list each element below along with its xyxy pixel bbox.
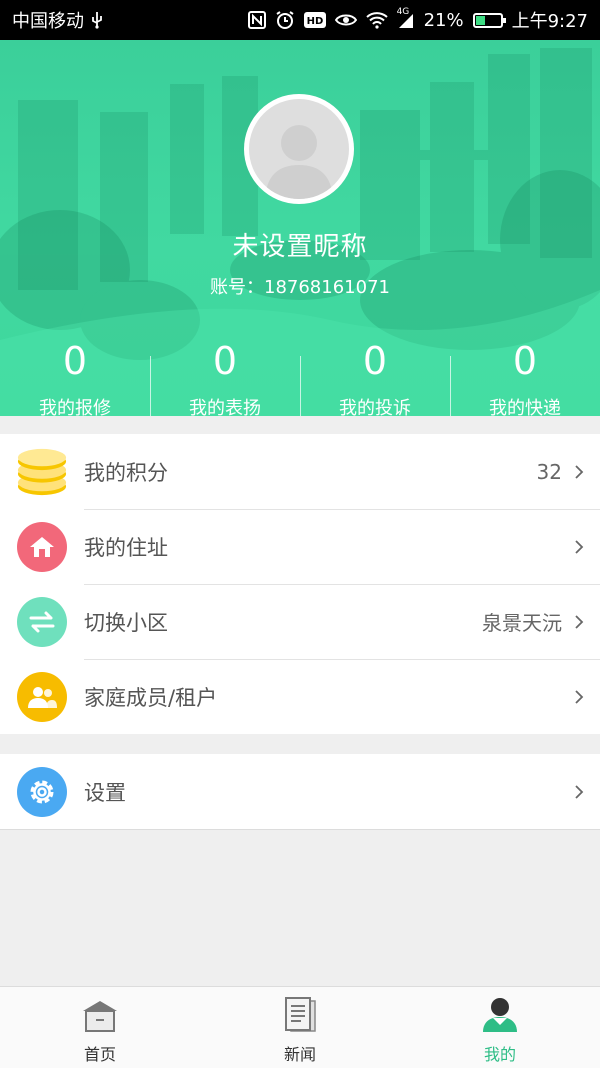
battery-percent: 21%	[423, 9, 464, 31]
chevron-right-icon	[574, 784, 584, 800]
tab-label: 我的	[483, 1045, 516, 1064]
stats-bar: 0 我的报修 0 我的表扬 0 我的投诉 0 我的快递	[0, 336, 600, 416]
eye-icon	[334, 12, 357, 28]
profile-header: 未设置昵称 账号：18768161071 0 我的报修 0 我的表扬 0 我的投…	[0, 40, 600, 416]
stat-praise[interactable]: 0 我的表扬	[150, 336, 300, 416]
usb-icon	[90, 11, 104, 29]
stat-value: 0	[62, 339, 88, 383]
menu-group: 我的积分 32 我的住址 切换小区 泉景天沅 家庭成员/租户	[0, 434, 600, 734]
status-bar: 中国移动 HD 4G 21% 上午9:27	[0, 0, 600, 40]
community-name: 泉景天沅	[482, 611, 562, 635]
house-icon	[81, 997, 119, 1033]
svg-text:HD: HD	[306, 16, 323, 27]
menu-item-label: 我的住址	[84, 535, 168, 560]
stat-deliveries[interactable]: 0 我的快递	[450, 336, 600, 416]
menu-item-address[interactable]: 我的住址	[0, 509, 600, 584]
stat-repairs[interactable]: 0 我的报修	[0, 336, 150, 416]
menu-item-label: 我的积分	[84, 460, 168, 485]
menu-item-label: 设置	[84, 780, 126, 805]
news-icon	[283, 997, 317, 1033]
chevron-right-icon	[574, 464, 584, 480]
nickname[interactable]: 未设置昵称	[0, 226, 600, 263]
menu-item-settings[interactable]: 设置	[0, 754, 600, 829]
carrier-label: 中国移动	[12, 11, 84, 32]
stat-value: 0	[512, 339, 538, 383]
settings-group: 设置	[0, 754, 600, 830]
tab-home[interactable]: 首页	[0, 987, 200, 1068]
menu-item-label: 家庭成员/租户	[84, 685, 218, 710]
coins-icon	[17, 447, 67, 497]
stat-label: 我的快递	[489, 398, 561, 416]
wifi-icon	[365, 11, 388, 29]
tab-label: 新闻	[283, 1045, 316, 1064]
signal-icon: 4G	[397, 7, 415, 29]
clock: 上午9:27	[511, 11, 588, 32]
network-type: 4G	[396, 7, 410, 17]
menu-item-label: 切换小区	[84, 610, 168, 635]
stat-label: 我的投诉	[339, 398, 411, 416]
chevron-right-icon	[574, 689, 584, 705]
account-number: 账号：18768161071	[210, 277, 390, 298]
points-value: 32	[536, 459, 562, 484]
menu-item-family-members[interactable]: 家庭成员/租户	[0, 659, 600, 734]
family-icon	[17, 671, 67, 722]
stat-value: 0	[212, 339, 238, 383]
chevron-right-icon	[574, 614, 584, 630]
person-icon	[481, 997, 519, 1033]
tab-mine[interactable]: 我的	[400, 987, 600, 1068]
menu-item-points[interactable]: 我的积分 32	[0, 434, 600, 509]
tab-label: 首页	[83, 1045, 116, 1064]
battery-level	[475, 15, 485, 25]
bottom-tab-bar: 首页 新闻 我的	[0, 986, 600, 1068]
switch-icon	[17, 596, 67, 647]
stat-value: 0	[362, 339, 388, 383]
alarm-icon	[275, 10, 295, 30]
stat-label: 我的表扬	[189, 398, 261, 416]
gear-icon	[17, 766, 67, 817]
hd-icon: HD	[303, 12, 326, 28]
battery-icon	[472, 12, 506, 28]
home-icon	[17, 521, 67, 572]
chevron-right-icon	[574, 539, 584, 555]
avatar[interactable]	[244, 94, 354, 204]
stat-label: 我的报修	[39, 398, 111, 416]
stat-complaints[interactable]: 0 我的投诉	[300, 336, 450, 416]
tab-news[interactable]: 新闻	[200, 987, 400, 1068]
default-avatar-icon	[249, 99, 349, 199]
nfc-icon	[247, 11, 266, 29]
menu-item-switch-community[interactable]: 切换小区 泉景天沅	[0, 584, 600, 659]
